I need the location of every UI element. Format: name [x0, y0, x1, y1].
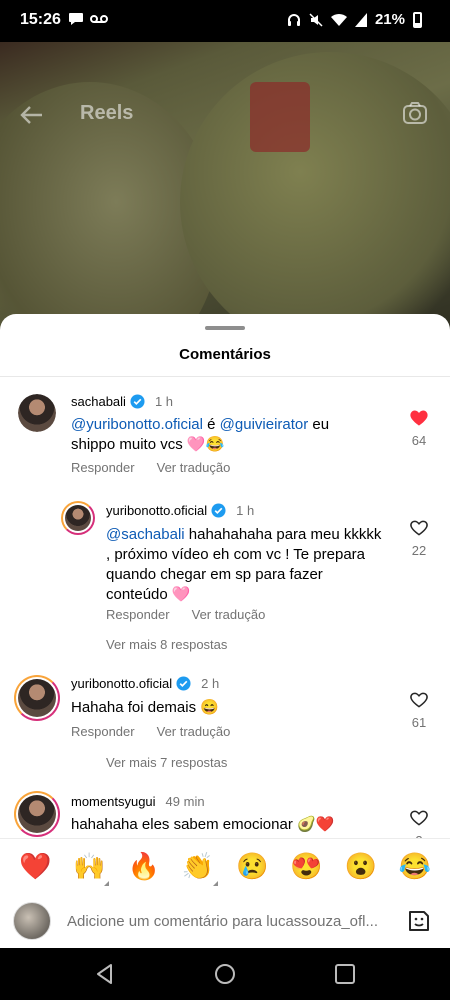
sticker-icon[interactable] [406, 908, 432, 934]
avatar[interactable] [61, 501, 95, 535]
comment-time: 1 h [154, 394, 174, 409]
nav-back-icon[interactable] [93, 962, 117, 986]
wifi-icon [330, 13, 347, 26]
verified-badge-icon [130, 394, 145, 409]
view-more-replies[interactable]: Ver mais 8 respostas [106, 637, 227, 652]
comment-header: sachabali 1 h [71, 394, 173, 409]
emoji-fire[interactable]: 🔥 [124, 851, 164, 882]
verified-badge-icon [176, 676, 191, 691]
status-bar: 15:26 21% [0, 0, 450, 42]
like-control: 22 [404, 518, 434, 558]
battery-percent: 21% [374, 11, 405, 28]
comment-text: @yuribonotto.oficial é @guivieirator eu … [71, 415, 371, 455]
reply-actions: Responder Ver tradução [106, 607, 265, 622]
reply-button[interactable]: Responder [71, 460, 135, 475]
reply-text: @sachabali hahahahaha para meu kkkkk , p… [106, 525, 386, 605]
comment-connector: é [202, 416, 220, 433]
like-count: 22 [411, 543, 427, 558]
emoji-laughing[interactable]: 😂 [395, 851, 435, 882]
comment-text: Hahaha foi demais 😄 [71, 699, 219, 716]
camera-icon[interactable] [402, 100, 428, 126]
current-user-avatar [13, 902, 51, 940]
reply-header: yuribonotto.oficial 1 h [106, 503, 254, 518]
comment-username[interactable]: momentsyugui [71, 794, 156, 809]
comment-header: momentsyugui 49 min [71, 794, 205, 809]
avatar[interactable] [14, 675, 60, 721]
battery-icon [413, 11, 422, 28]
status-right: 21% [287, 11, 422, 28]
mention-link[interactable]: @guivieirator [220, 416, 309, 433]
reels-title: Reels [80, 102, 134, 124]
verified-badge-icon [211, 503, 226, 518]
mute-icon [309, 12, 323, 27]
heart-outline-icon[interactable] [409, 808, 429, 828]
like-control: 61 [404, 690, 434, 730]
chat-notification-icon [69, 13, 83, 25]
translate-button[interactable]: Ver tradução [157, 724, 231, 739]
mention-link[interactable]: @sachabali [106, 526, 185, 543]
view-more-replies[interactable]: Ver mais 7 respostas [106, 755, 227, 770]
like-count: 61 [411, 715, 427, 730]
reel-video[interactable]: Reels [0, 42, 450, 382]
comment-text: hahahaha eles sabem emocionar 🥑❤️ [71, 816, 335, 833]
comment-actions: Responder Ver tradução [71, 724, 230, 739]
avatar-image [65, 505, 91, 531]
like-control: 64 [404, 408, 434, 448]
comment-time: 2 h [201, 676, 220, 691]
signal-icon [354, 12, 367, 27]
comment-input[interactable] [67, 907, 392, 935]
status-time: 15:26 [20, 11, 61, 28]
comment-header: yuribonotto.oficial 2 h [71, 676, 219, 691]
avatar-image [18, 795, 56, 833]
nav-home-icon[interactable] [213, 962, 237, 986]
nav-recents-icon[interactable] [333, 962, 357, 986]
avatar-image [18, 394, 56, 432]
emoji-raised-hands[interactable]: 🙌 [69, 851, 110, 886]
translate-button[interactable]: Ver tradução [192, 607, 266, 622]
reply-button[interactable]: Responder [106, 607, 170, 622]
reply-button[interactable]: Responder [71, 724, 135, 739]
system-nav-bar [0, 948, 450, 1000]
status-left-icons [68, 12, 108, 26]
translate-button[interactable]: Ver tradução [157, 460, 231, 475]
sheet-title: Comentários [179, 346, 271, 363]
more-replies-label: Ver mais 7 respostas [106, 755, 228, 770]
mention-link[interactable]: @yuribonotto.oficial [71, 416, 203, 433]
comment-time: 1 h [236, 503, 255, 518]
avatar[interactable] [14, 791, 60, 837]
emoji-heart[interactable]: ❤️ [15, 851, 55, 882]
comment-username[interactable]: sachabali [71, 394, 126, 409]
heart-filled-icon[interactable] [409, 408, 429, 428]
emoji-heart-eyes[interactable]: 😍 [286, 851, 326, 882]
voicemail-icon [90, 15, 108, 23]
reel-header: Reels [0, 92, 450, 136]
avatar-image [18, 679, 56, 717]
more-replies-label: Ver mais 8 respostas [106, 637, 228, 652]
drag-handle[interactable] [205, 326, 245, 330]
emoji-clapping[interactable]: 👏 [178, 851, 218, 886]
emoji-reaction-bar: ❤️ 🙌 🔥 👏 😢 😍 😮 😂 [0, 838, 450, 894]
back-arrow-icon[interactable] [18, 102, 44, 128]
comment-time: 49 min [165, 794, 205, 809]
divider [0, 376, 450, 377]
comment-actions: Responder Ver tradução [71, 460, 230, 475]
heart-outline-icon[interactable] [409, 690, 429, 710]
comment-username[interactable]: yuribonotto.oficial [71, 676, 172, 691]
avatar[interactable] [18, 394, 56, 432]
headphones-icon [287, 13, 300, 26]
emoji-surprised[interactable]: 😮 [341, 851, 381, 882]
emoji-crying[interactable]: 😢 [232, 851, 272, 882]
like-count: 64 [411, 433, 427, 448]
heart-outline-icon[interactable] [409, 518, 429, 538]
comment-input-row [0, 894, 450, 948]
comment-username[interactable]: yuribonotto.oficial [106, 503, 207, 518]
